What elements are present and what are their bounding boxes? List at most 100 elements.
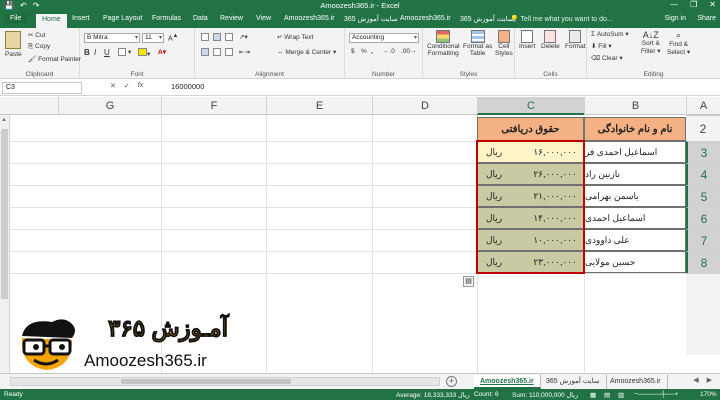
- underline-button[interactable]: U: [104, 48, 110, 57]
- sign-in-link[interactable]: Sign in: [665, 15, 686, 22]
- row-header-8[interactable]: 8: [686, 251, 720, 273]
- sheet-tab-site[interactable]: سایت آموزش 365: [540, 375, 607, 389]
- name-cell[interactable]: اسماعیل احمدی: [584, 207, 686, 229]
- column-header-g[interactable]: G: [58, 97, 161, 115]
- align-center-icon[interactable]: [213, 48, 223, 56]
- font-name-select[interactable]: B Mitra: [84, 33, 140, 43]
- autosum-button[interactable]: Σ AutoSum ▾: [591, 30, 629, 38]
- align-right-icon[interactable]: [225, 48, 235, 56]
- enter-icon[interactable]: ✓: [124, 82, 130, 90]
- sort-filter-button[interactable]: A↓Z Sort & Filter ▾: [641, 30, 661, 55]
- tab-site-2[interactable]: سایت آموزش 365: [460, 15, 514, 23]
- vertical-scrollbar[interactable]: ▲: [0, 115, 10, 373]
- grow-font-icon[interactable]: A▲: [168, 33, 178, 42]
- font-size-select[interactable]: 11: [142, 33, 164, 43]
- row-header-5[interactable]: 5: [686, 185, 720, 207]
- clear-button[interactable]: ⌫ Clear ▾: [591, 54, 623, 62]
- column-header-d[interactable]: D: [372, 97, 477, 115]
- insert-cells-button[interactable]: Insert: [519, 30, 535, 50]
- tab-page-layout[interactable]: Page Layout: [103, 15, 142, 22]
- worksheet[interactable]: A B C D E F G 2 3 4 5 6 7 8 نام و نام خا…: [0, 97, 720, 373]
- fx-icon[interactable]: fx: [138, 82, 143, 90]
- merge-center-button[interactable]: ⇔ Merge & Center ▾: [277, 48, 336, 56]
- row-header-4[interactable]: 4: [686, 163, 720, 185]
- row-header-3[interactable]: 3: [686, 141, 720, 163]
- align-bottom-icon[interactable]: [225, 33, 235, 41]
- scroll-up-icon[interactable]: ▲: [1, 117, 7, 123]
- orientation-icon[interactable]: ↗▾: [239, 33, 248, 41]
- view-layout-icon[interactable]: ▤: [604, 391, 610, 399]
- find-select-button[interactable]: ⌕ Find & Select ▾: [667, 30, 690, 56]
- name-cell[interactable]: علی داوودی: [584, 229, 686, 251]
- horizontal-scrollbar[interactable]: [10, 377, 440, 386]
- tab-insert[interactable]: Insert: [72, 15, 90, 22]
- paste-button[interactable]: Paste: [5, 31, 22, 58]
- view-pagebreak-icon[interactable]: ▥: [618, 391, 624, 399]
- font-color-icon[interactable]: A▾: [158, 48, 166, 56]
- view-normal-icon[interactable]: ▦: [590, 391, 596, 399]
- tab-view[interactable]: View: [256, 15, 271, 22]
- cancel-icon[interactable]: ✕: [110, 82, 116, 90]
- increase-decimal-icon[interactable]: ←.0: [383, 48, 395, 55]
- fill-button[interactable]: ⬇ Fill ▾: [591, 42, 612, 50]
- align-top-icon[interactable]: [201, 33, 211, 41]
- tab-data[interactable]: Data: [193, 15, 208, 22]
- comma-button[interactable]: ,: [371, 48, 373, 55]
- column-header-f[interactable]: F: [161, 97, 266, 115]
- salary-cell[interactable]: ریال ۲۶,۰۰۰,۰۰۰: [477, 163, 584, 185]
- salary-cell[interactable]: ریال ۱۶,۰۰۰,۰۰۰: [477, 141, 584, 163]
- decrease-decimal-icon[interactable]: .00→: [401, 48, 417, 55]
- tab-amoozesh-2[interactable]: Amoozesh365.ir: [400, 15, 451, 22]
- format-cells-button[interactable]: Format: [565, 30, 586, 50]
- close-button[interactable]: ✕: [709, 0, 716, 9]
- salary-cell[interactable]: ریال ۱۰,۰۰۰,۰۰۰: [477, 229, 584, 251]
- tab-scroll-right-icon[interactable]: ▶: [707, 376, 712, 384]
- wrap-text-button[interactable]: ↵ Wrap Text: [277, 33, 313, 41]
- formula-input[interactable]: 16000000: [168, 82, 716, 94]
- sheet-tab-amoozesh-active[interactable]: Amoozesh365.ir: [474, 375, 541, 389]
- horizontal-scroll-thumb[interactable]: [121, 379, 291, 384]
- vertical-scroll-thumb[interactable]: [1, 129, 8, 299]
- tab-site-1[interactable]: سایت آموزش 365: [344, 15, 398, 23]
- name-cell[interactable]: اسماعیل احمدی فر: [584, 141, 686, 163]
- row-header-6[interactable]: 6: [686, 207, 720, 229]
- zoom-level[interactable]: 170%: [700, 391, 717, 398]
- column-header-a[interactable]: A: [686, 97, 720, 115]
- tab-review[interactable]: Review: [220, 15, 243, 22]
- delete-cells-button[interactable]: Delete: [541, 30, 560, 50]
- share-button[interactable]: Share: [697, 15, 716, 22]
- salary-cell[interactable]: ریال ۱۴,۰۰۰,۰۰۰: [477, 207, 584, 229]
- percent-button[interactable]: %: [361, 48, 367, 55]
- header-name-cell[interactable]: نام و نام خانوادگی: [584, 117, 686, 141]
- name-cell[interactable]: یاسمن بهرامی: [584, 185, 686, 207]
- borders-icon[interactable]: ▾: [118, 48, 131, 57]
- row-header-7[interactable]: 7: [686, 229, 720, 251]
- row-header-2[interactable]: 2: [686, 115, 720, 141]
- minimize-button[interactable]: —: [670, 0, 678, 9]
- tell-me-box[interactable]: 💡 Tell me what you want to do...: [510, 15, 613, 23]
- restore-button[interactable]: ❐: [690, 0, 697, 9]
- format-as-table-button[interactable]: Format as Table: [463, 30, 492, 57]
- salary-cell[interactable]: ریال ۲۱,۰۰۰,۰۰۰: [477, 185, 584, 207]
- cell-styles-button[interactable]: Cell Styles: [495, 30, 513, 57]
- zoom-slider[interactable]: −─────┼──+: [634, 391, 678, 398]
- tab-formulas[interactable]: Formulas: [152, 15, 181, 22]
- indent-icon[interactable]: ⇤⇥: [239, 48, 250, 56]
- name-cell[interactable]: نازنین راد: [584, 163, 686, 185]
- name-box[interactable]: C3: [2, 82, 82, 94]
- column-header-b[interactable]: B: [584, 97, 686, 115]
- conditional-formatting-button[interactable]: Conditional Formatting: [427, 30, 460, 57]
- align-middle-icon[interactable]: [213, 33, 223, 41]
- tab-scroll-left-icon[interactable]: ◀: [693, 376, 698, 384]
- copy-button[interactable]: ⎘ Copy: [28, 43, 50, 51]
- column-header-c[interactable]: C: [477, 97, 584, 115]
- format-painter-button[interactable]: 🖌 Format Painter: [28, 55, 81, 63]
- fill-color-icon[interactable]: ▾: [138, 48, 150, 58]
- bold-button[interactable]: B: [84, 48, 90, 57]
- tab-file[interactable]: File: [4, 14, 28, 23]
- currency-button[interactable]: $: [351, 48, 355, 55]
- sheet-tab-amoozesh[interactable]: Amoozesh365.ir: [604, 375, 668, 389]
- add-sheet-button[interactable]: +: [446, 376, 457, 387]
- tab-amoozesh-1[interactable]: Amoozesh365.ir: [284, 15, 335, 22]
- cut-button[interactable]: ✂ Cut: [28, 31, 45, 39]
